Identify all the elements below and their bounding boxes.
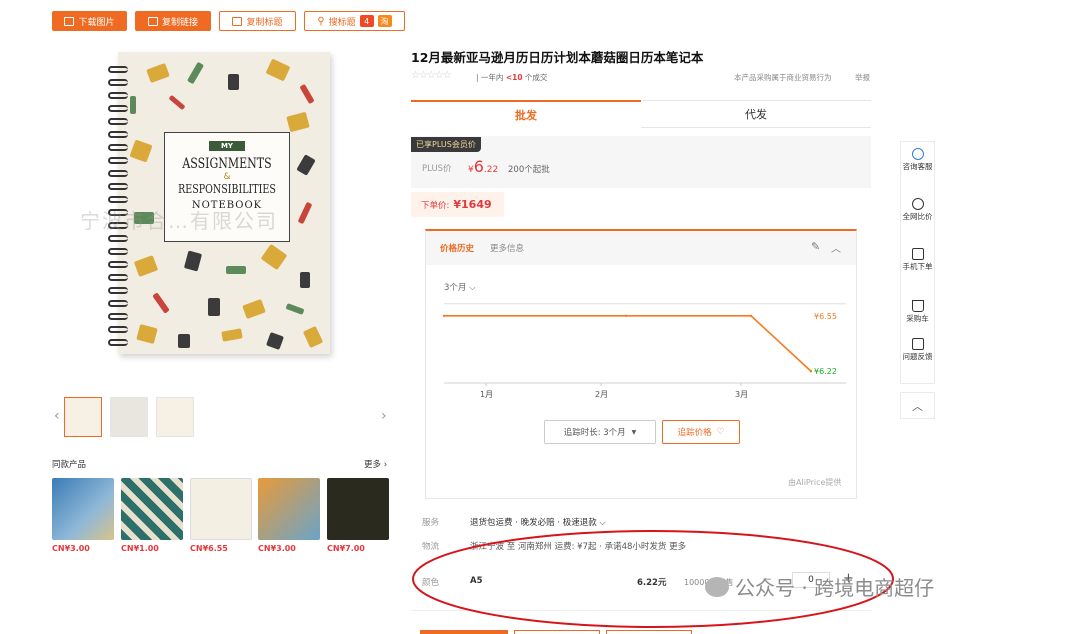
rail-mobile-order[interactable]: 手机下单 [901,248,934,271]
image-icon [64,16,75,26]
edit-square-icon [911,338,924,350]
rail-customer-service[interactable]: 咨询客服 [901,148,934,171]
track-price-button[interactable]: 追踪价格 ♡ [662,420,740,444]
thumb-prev-arrow[interactable]: ‹ [54,408,60,424]
edit-icon[interactable]: ✎ [811,240,820,253]
link-icon [147,16,158,26]
related-item-2[interactable] [121,478,183,540]
chart-tick-label: 1月 [480,390,493,399]
order-price-box: 下单价: ¥1649 [411,192,504,217]
notebook-cover: MY ASSIGNMENTS & RESPONSIBILITIES NOTEBO… [118,52,330,354]
rail-cart[interactable]: 采购车 [901,300,934,323]
thumbnail-1[interactable] [64,397,102,437]
thumbnail-2[interactable] [110,397,148,437]
collapse-chevron-icon[interactable]: ︿ [831,240,841,255]
wechat-watermark: 公众号 · 跨境电商超仔 [705,572,934,601]
seller-watermark: 宁波市合…有限公司 [80,209,278,233]
chart-series-line [444,315,812,372]
price-history-chart: ¥6.55 ¥6.22 1月 2月 3月 [442,303,846,399]
related-item-5[interactable] [327,478,389,540]
chart-label-high: ¥6.55 [814,312,837,321]
related-price-5: CN¥7.00 [327,544,365,553]
related-item-3[interactable] [190,478,252,540]
tab-more-info[interactable]: 更多信息 [490,242,524,254]
plus-price-label: PLUS价 [422,164,452,174]
plus-price-value: ¥6.22 [468,157,499,176]
puzzle-icon [911,198,924,210]
qrcode-icon [911,248,924,260]
chart-tick-label: 2月 [595,390,608,399]
rail-compare[interactable]: 全网比价 [901,198,934,221]
chart-point [624,314,628,317]
copy-link-button[interactable]: 复制链接 [135,11,211,31]
copy-title-button[interactable]: 复制标题 [219,11,296,31]
related-price-2: CN¥1.00 [121,544,159,553]
tab-price-history[interactable]: 价格历史 [440,242,474,254]
cart-icon [911,300,924,312]
product-title: 12月最新亚马逊月历日历计划本蘑菇圈日历本笔记本 [411,50,704,65]
provider-note: 由AliPrice提供 [788,478,842,487]
headset-icon [911,148,924,160]
purchase-note: 本产品采购属于商业贸易行为 [734,73,832,82]
document-icon [232,16,243,26]
star-rating: ☆☆☆☆☆ [411,70,452,81]
related-price-1: CN¥3.00 [52,544,90,553]
search-title-button[interactable]: ⚲ 搜标题 4 淘 [304,11,405,31]
related-title: 同款产品 [52,460,87,470]
download-image-button[interactable]: 下载图片 [52,11,127,31]
scroll-top-button[interactable]: ︿ [900,392,935,419]
thumb-next-arrow[interactable]: › [381,408,387,424]
chart-label-low: ¥6.22 [814,367,837,376]
deal-summary: | 一年内 <10 个成交 [476,73,548,82]
rail-feedback[interactable]: 问题反馈 [901,338,934,361]
related-item-1[interactable] [52,478,114,540]
platform-badge-b: 淘 [377,15,392,27]
chart-point [749,314,753,317]
thumbnail-3[interactable] [156,397,194,437]
related-price-3: CN¥6.55 [190,544,228,553]
min-order: 200个起批 [508,165,550,175]
track-duration-select[interactable]: 追踪时长: 3个月 ▼ [544,420,656,444]
chart-tick-label: 3月 [735,390,748,399]
tab-wholesale[interactable]: 批发 [411,102,641,128]
platform-badge-a: 4 [359,15,374,27]
related-item-4[interactable] [258,478,320,540]
heart-icon: ♡ [716,427,725,437]
chevron-up-icon: ︿ [912,399,923,413]
plus-member-tag: 已享PLUS会员价 [411,137,481,152]
report-link[interactable]: 举报 [855,72,870,83]
wechat-icon [705,576,729,597]
search-icon: ⚲ [317,15,325,27]
side-rail: 咨询客服 全网比价 手机下单 采购车 问题反馈 [900,141,935,384]
related-more-link[interactable]: 更多 › [364,458,387,470]
tab-dropship[interactable]: 代发 [641,100,871,128]
chart-point [809,370,813,373]
related-price-4: CN¥3.00 [258,544,296,553]
chart-point [442,314,446,317]
price-history-panel: 价格历史 更多信息 ✎ ︿ 3个月 ⌵ ¥6.55 ¥6.22 1月 2月 3月 追踪时… [425,229,857,499]
